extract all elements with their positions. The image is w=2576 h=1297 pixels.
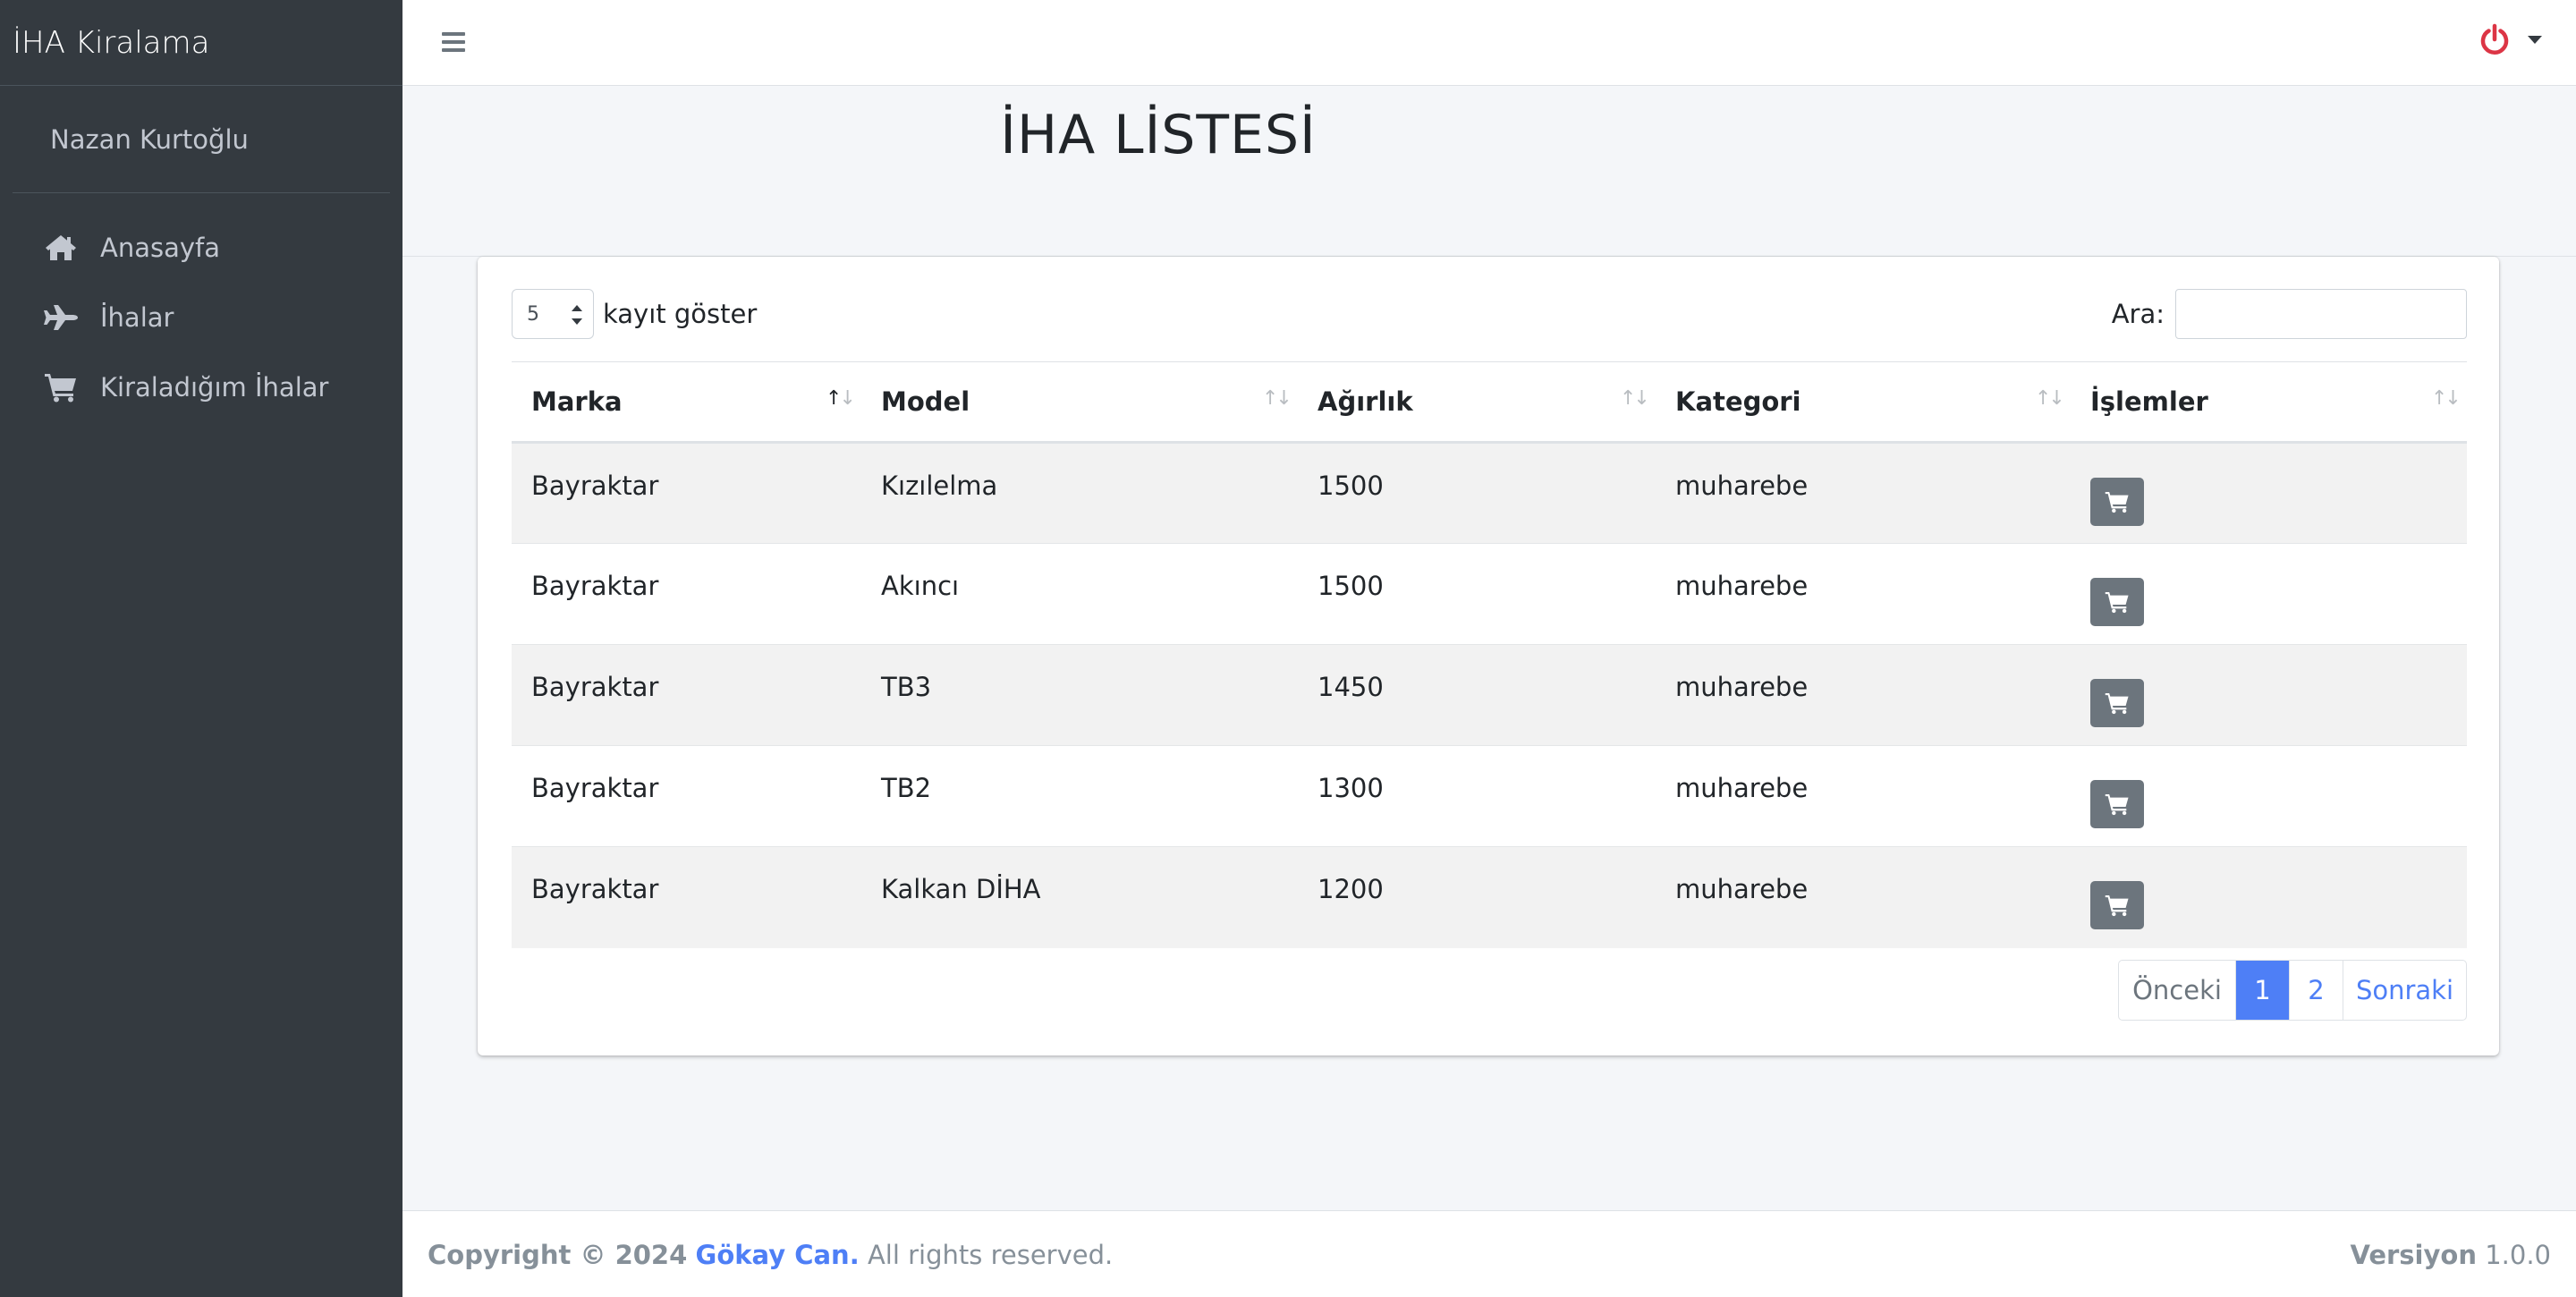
page-length-label: kayıt göster	[603, 299, 758, 329]
cart-icon	[43, 371, 79, 403]
footer-version: Versiyon 1.0.0	[2350, 1240, 2551, 1270]
column-header-kategori[interactable]: Kategori ↑↓	[1656, 361, 2071, 444]
sort-icon: ↑↓	[2431, 387, 2462, 410]
table-row: Bayraktar TB3 1450 muharebe	[512, 644, 2467, 746]
cell-kategori: muharebe	[1656, 745, 2071, 847]
footer: Copyright © 2024 Gökay Can. All rights r…	[402, 1210, 2576, 1297]
search-label: Ara:	[2111, 299, 2165, 329]
table-row: Bayraktar Kızılelma 1500 muharebe	[512, 442, 2467, 544]
sidebar-nav: Anasayfa İhalar Kiraladığım İhalar	[0, 193, 402, 422]
chevron-down-icon[interactable]	[2528, 36, 2542, 44]
home-icon	[43, 232, 79, 264]
cell-kategori: muharebe	[1656, 543, 2071, 645]
iha-table: Marka ↑↓ Model ↑↓ Ağırlık ↑↓ Kategori ↑↓…	[512, 361, 2467, 948]
rent-button[interactable]	[2090, 478, 2144, 526]
page-length-control: 5 kayıt göster	[512, 289, 757, 339]
cell-model: Kızılelma	[861, 442, 1298, 544]
sidebar-item-label: Kiraladığım İhalar	[100, 372, 329, 403]
table-row: Bayraktar Kalkan DİHA 1200 muharebe	[512, 846, 2467, 948]
table-row: Bayraktar Akıncı 1500 muharebe	[512, 543, 2467, 645]
sidebar-item-anasayfa[interactable]: Anasayfa	[0, 213, 402, 283]
cell-agirlik: 1500	[1298, 442, 1656, 544]
cart-icon	[2105, 894, 2129, 917]
cell-marka: Bayraktar	[512, 543, 861, 645]
cell-model: Akıncı	[861, 543, 1298, 645]
pagination: Önceki 1 2 Sonraki	[2118, 960, 2467, 1021]
sidebar: İHA Kiralama Nazan Kurtoğlu Anasayfa İha…	[0, 0, 402, 1297]
cell-kategori: muharebe	[1656, 846, 2071, 948]
rent-button[interactable]	[2090, 578, 2144, 626]
column-header-model[interactable]: Model ↑↓	[861, 361, 1298, 444]
power-icon[interactable]	[2478, 23, 2512, 57]
cell-islemler	[2071, 745, 2467, 847]
pagination-next[interactable]: Sonraki	[2343, 961, 2466, 1020]
cell-islemler	[2071, 442, 2467, 544]
page-length-value: 5	[527, 303, 539, 326]
author-link[interactable]: Gökay Can.	[696, 1240, 860, 1270]
brand-title: İHA Kiralama	[13, 24, 210, 61]
pagination-page-1[interactable]: 1	[2235, 961, 2289, 1020]
cell-islemler	[2071, 644, 2467, 746]
column-header-agirlik[interactable]: Ağırlık ↑↓	[1298, 361, 1656, 444]
cell-model: Kalkan DİHA	[861, 846, 1298, 948]
select-arrows-icon	[572, 305, 582, 325]
cell-marka: Bayraktar	[512, 846, 861, 948]
cell-model: TB2	[861, 745, 1298, 847]
search-input[interactable]	[2175, 289, 2467, 339]
column-header-marka[interactable]: Marka ↑↓	[512, 361, 861, 444]
pagination-previous[interactable]: Önceki	[2119, 961, 2235, 1020]
cell-kategori: muharebe	[1656, 644, 2071, 746]
hamburger-icon[interactable]	[438, 27, 469, 57]
rent-button[interactable]	[2090, 679, 2144, 727]
page-title: İHA LİSTESİ	[1000, 104, 1317, 166]
iha-list-card: 5 kayıt göster Ara: Marka ↑↓ Model ↑↓ Ağ…	[478, 257, 2499, 1055]
sort-icon: ↑↓	[2035, 387, 2065, 410]
cell-model: TB3	[861, 644, 1298, 746]
footer-copyright: Copyright © 2024 Gökay Can. All rights r…	[428, 1240, 1113, 1270]
sidebar-item-kiraladigim-ihalar[interactable]: Kiraladığım İhalar	[0, 352, 402, 422]
rent-button[interactable]	[2090, 780, 2144, 828]
sort-icon: ↑↓	[1620, 387, 1650, 410]
cell-agirlik: 1500	[1298, 543, 1656, 645]
cart-icon	[2105, 591, 2129, 614]
column-header-islemler[interactable]: İşlemler ↑↓	[2071, 361, 2467, 444]
sort-icon: ↑↓	[826, 387, 856, 410]
top-navbar	[402, 0, 2576, 86]
cell-marka: Bayraktar	[512, 745, 861, 847]
content-header: İHA LİSTESİ	[402, 86, 2576, 257]
brand-link[interactable]: İHA Kiralama	[0, 0, 402, 86]
page-length-select[interactable]: 5	[512, 289, 594, 339]
cell-agirlik: 1300	[1298, 745, 1656, 847]
rent-button[interactable]	[2090, 881, 2144, 929]
cart-icon	[2105, 793, 2129, 816]
cell-islemler	[2071, 543, 2467, 645]
cell-islemler	[2071, 846, 2467, 948]
cell-agirlik: 1450	[1298, 644, 1656, 746]
user-panel: Nazan Kurtoğlu	[13, 86, 390, 193]
user-name[interactable]: Nazan Kurtoğlu	[50, 124, 249, 155]
cart-icon	[2105, 491, 2129, 513]
cell-agirlik: 1200	[1298, 846, 1656, 948]
cell-marka: Bayraktar	[512, 442, 861, 544]
sidebar-item-label: İhalar	[100, 302, 174, 333]
rights-text: All rights reserved.	[867, 1240, 1114, 1270]
sidebar-item-ihalar[interactable]: İhalar	[0, 283, 402, 352]
plane-icon	[43, 301, 79, 334]
sort-icon: ↑↓	[1262, 387, 1292, 410]
table-row: Bayraktar TB2 1300 muharebe	[512, 745, 2467, 847]
cart-icon	[2105, 692, 2129, 715]
cell-marka: Bayraktar	[512, 644, 861, 746]
version-label: Versiyon	[2350, 1240, 2477, 1270]
cell-kategori: muharebe	[1656, 442, 2071, 544]
table-header-row: Marka ↑↓ Model ↑↓ Ağırlık ↑↓ Kategori ↑↓…	[512, 361, 2467, 444]
version-value: 1.0.0	[2485, 1240, 2551, 1270]
copyright-text: Copyright © 2024	[428, 1240, 688, 1270]
table-search: Ara:	[2112, 289, 2467, 339]
sidebar-item-label: Anasayfa	[100, 233, 221, 263]
pagination-page-2[interactable]: 2	[2289, 961, 2343, 1020]
